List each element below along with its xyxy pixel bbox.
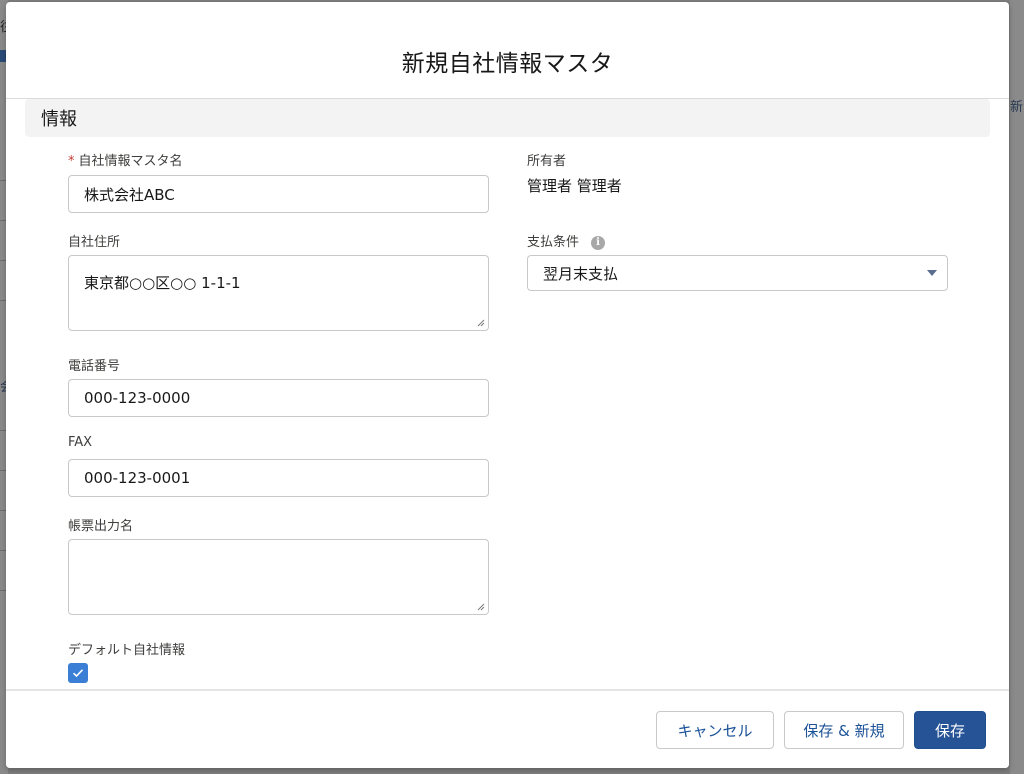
background-text: 新: [1010, 100, 1024, 115]
required-mark: *: [68, 154, 75, 169]
phone-value: 000-123-0000: [84, 389, 191, 407]
payment-terms-label-text: 支払条件: [527, 235, 580, 250]
chevron-down-icon: [927, 270, 937, 276]
check-icon: [72, 669, 84, 678]
company-name-value: 株式会社ABC: [84, 185, 175, 204]
resize-handle-icon[interactable]: [477, 319, 485, 327]
info-icon[interactable]: i: [591, 235, 606, 250]
section-header[interactable]: 情報: [25, 99, 990, 137]
company-name-label: * 自社情報マスタ名: [68, 150, 183, 169]
address-value: 東京都○○区○○ 1-1-1: [84, 274, 241, 292]
resize-handle-icon[interactable]: [477, 603, 485, 611]
document-name-textarea[interactable]: [68, 539, 489, 615]
cancel-button[interactable]: キャンセル: [656, 711, 774, 749]
payment-terms-label: 支払条件 i: [527, 231, 606, 250]
phone-label: 電話番号: [68, 359, 121, 374]
default-flag-label: デフォルト自社情報: [68, 643, 186, 658]
modal-title: 新規自社情報マスタ: [401, 51, 614, 77]
fax-value: 000-123-0001: [84, 469, 191, 487]
owner-value: 管理者 管理者: [527, 177, 622, 195]
phone-input[interactable]: 000-123-0000: [68, 379, 489, 417]
document-name-label: 帳票出力名: [68, 519, 134, 534]
fax-input[interactable]: 000-123-0001: [68, 459, 489, 497]
address-textarea[interactable]: 東京都○○区○○ 1-1-1: [68, 255, 489, 331]
owner-label: 所有者: [527, 154, 567, 169]
company-name-input[interactable]: 株式会社ABC: [68, 175, 489, 213]
company-name-label-text: 自社情報マスタ名: [78, 154, 183, 169]
save-and-new-button[interactable]: 保存 & 新規: [784, 711, 904, 749]
default-flag-checkbox[interactable]: [68, 663, 88, 683]
fax-label: FAX: [68, 435, 93, 450]
save-button[interactable]: 保存: [914, 711, 986, 749]
modal-dialog: 新規自社情報マスタ 情報 * 自社情報マスタ名 株式会社ABC 自社住所 東京都○…: [6, 2, 1009, 768]
modal-footer: キャンセル 保存 & 新規 保存: [6, 689, 1009, 768]
background-right-strip: [1010, 0, 1024, 774]
address-label: 自社住所: [68, 235, 121, 250]
payment-terms-value: 翌月末支払: [543, 264, 619, 283]
modal-header: 新規自社情報マスタ: [6, 2, 1009, 99]
section-title: 情報: [41, 109, 77, 130]
payment-terms-select[interactable]: 翌月末支払: [527, 255, 948, 291]
